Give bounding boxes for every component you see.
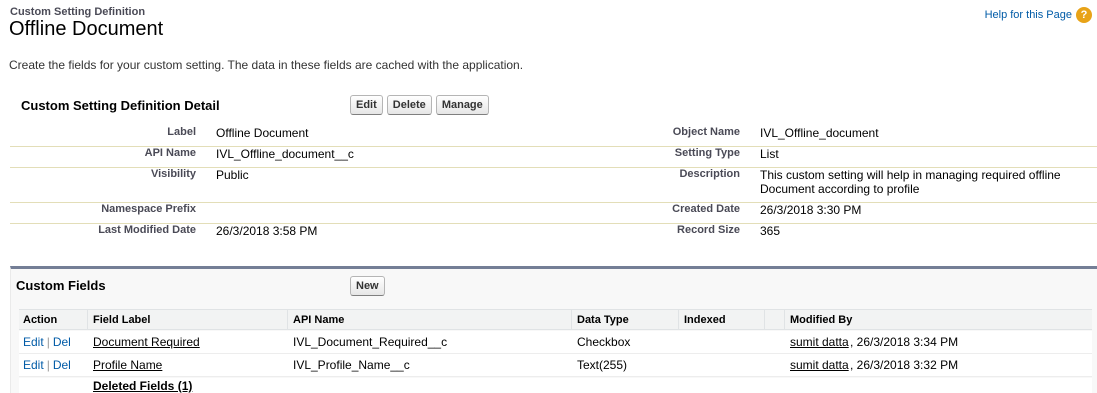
detail-value: 365 bbox=[760, 224, 781, 238]
detail-row-label: Label Offline Document Object Name IVL_O… bbox=[10, 126, 1097, 147]
modified-by-date: , 26/3/2018 3:32 PM bbox=[850, 358, 959, 372]
custom-fields-title: Custom Fields bbox=[16, 278, 106, 293]
detail-value: IVL_Offline_document__c bbox=[216, 147, 354, 161]
detail-value: This custom setting will help in managin… bbox=[760, 168, 1061, 196]
detail-label: Setting Type bbox=[674, 147, 740, 159]
detail-value: List bbox=[760, 147, 779, 161]
detail-value: 26/3/2018 3:58 PM bbox=[216, 224, 318, 238]
detail-label: Label bbox=[167, 126, 196, 138]
action-separator: | bbox=[46, 335, 50, 349]
column-header-field-label[interactable]: Field Label bbox=[93, 314, 150, 326]
table-row: Edit | Del Document Required IVL_Document_… bbox=[19, 331, 1092, 354]
detail-label: Visibility bbox=[150, 168, 196, 180]
detail-value: IVL_Offline_document bbox=[760, 126, 879, 140]
edit-link[interactable]: Edit bbox=[23, 335, 44, 349]
page-title: Offline Document bbox=[9, 18, 164, 40]
detail-row-visibility: Visibility Public Description This custo… bbox=[10, 168, 1097, 203]
detail-value: Offline Document bbox=[216, 126, 309, 140]
column-header-api-name[interactable]: API Name bbox=[293, 314, 344, 326]
modified-by-date: , 26/3/2018 3:34 PM bbox=[850, 335, 959, 349]
manage-button[interactable]: Manage bbox=[435, 95, 489, 115]
field-label-link[interactable]: Profile Name bbox=[93, 358, 162, 372]
detail-button-group: Edit Delete Manage bbox=[350, 95, 489, 115]
detail-label: Last Modified Date bbox=[98, 224, 196, 236]
detail-label: Description bbox=[679, 168, 740, 180]
deleted-fields-link[interactable]: Deleted Fields (1) bbox=[93, 379, 192, 393]
edit-button[interactable]: Edit bbox=[350, 95, 383, 115]
page-description: Create the fields for your custom settin… bbox=[9, 58, 524, 72]
data-type-cell: Checkbox bbox=[577, 335, 631, 349]
detail-label: Record Size bbox=[677, 224, 740, 236]
detail-label: Created Date bbox=[672, 203, 740, 215]
api-name-cell: IVL_Profile_Name__c bbox=[293, 358, 410, 372]
column-header-action: Action bbox=[23, 314, 58, 326]
help-link-container[interactable]: Help for this Page ? bbox=[985, 7, 1092, 23]
detail-label: Namespace Prefix bbox=[101, 203, 196, 215]
new-field-button[interactable]: New bbox=[350, 276, 385, 296]
api-name-cell: IVL_Document_Required__c bbox=[293, 335, 448, 349]
detail-value: 26/3/2018 3:30 PM bbox=[760, 203, 862, 217]
delete-button[interactable]: Delete bbox=[386, 95, 432, 115]
custom-fields-section: Custom Fields New Action Field Label API… bbox=[10, 266, 1097, 393]
action-separator: | bbox=[46, 358, 50, 372]
deleted-fields-row: Deleted Fields (1) bbox=[19, 378, 1092, 393]
column-header-data-type[interactable]: Data Type bbox=[577, 314, 629, 326]
detail-label: Object Name bbox=[672, 126, 740, 138]
del-link[interactable]: Del bbox=[53, 335, 71, 349]
del-link[interactable]: Del bbox=[53, 358, 71, 372]
row-actions: Edit | Del bbox=[23, 358, 71, 372]
data-type-cell: Text(255) bbox=[577, 358, 628, 372]
detail-row-last-modified: Last Modified Date 26/3/2018 3:58 PM Rec… bbox=[10, 224, 1097, 245]
help-link[interactable]: Help for this Page bbox=[985, 9, 1072, 21]
detail-row-api-name: API Name IVL_Offline_document__c Setting… bbox=[10, 147, 1097, 168]
detail-row-namespace: Namespace Prefix Created Date 26/3/2018 … bbox=[10, 203, 1097, 224]
table-header: Action Field Label API Name Data Type In… bbox=[19, 309, 1092, 330]
help-icon[interactable]: ? bbox=[1076, 7, 1092, 23]
table-row: Edit | Del Profile Name IVL_Profile_Name__… bbox=[19, 354, 1092, 377]
row-actions: Edit | Del bbox=[23, 335, 71, 349]
edit-link[interactable]: Edit bbox=[23, 358, 44, 372]
field-label-link[interactable]: Document Required bbox=[93, 335, 200, 349]
detail-section-title: Custom Setting Definition Detail bbox=[21, 98, 220, 113]
detail-value: Public bbox=[216, 168, 249, 182]
column-header-indexed[interactable]: Indexed bbox=[684, 314, 726, 326]
column-header-modified-by[interactable]: Modified By bbox=[790, 314, 852, 326]
modified-by-user-link[interactable]: sumit datta bbox=[790, 358, 849, 372]
modified-by-user-link[interactable]: sumit datta bbox=[790, 335, 849, 349]
detail-label: API Name bbox=[144, 147, 196, 159]
page-type-label: Custom Setting Definition bbox=[10, 6, 146, 18]
